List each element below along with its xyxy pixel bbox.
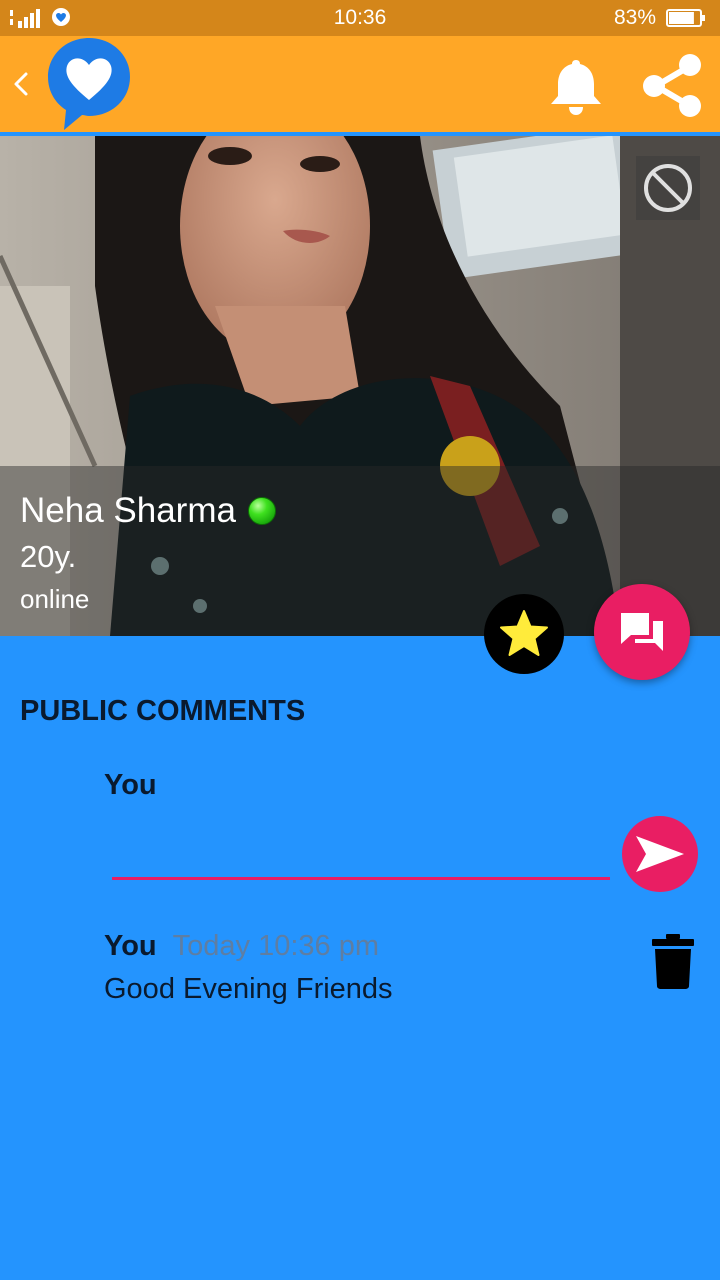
comment-text: Good Evening Friends [104,973,393,1005]
block-icon [644,164,692,212]
star-icon [500,610,548,656]
profile-age: 20y. [20,539,77,574]
profile-status: online [20,584,90,614]
status-time: 10:36 [333,6,387,29]
send-icon [636,836,684,872]
comment-item: You Today 10:36 pm Good Evening Friends [104,930,624,1006]
public-comments-heading: PUBLIC COMMENTS [20,695,306,727]
chat-button[interactable] [594,584,690,680]
favorite-button[interactable] [484,594,564,674]
online-status-icon [247,497,276,525]
profile-photo[interactable]: Neha Sharma 20y. online [0,136,720,636]
block-user-button[interactable] [636,156,700,220]
app-logo-heart-chat-icon[interactable] [44,36,134,132]
profile-name: Neha Sharma [20,491,236,530]
battery-icon [666,9,705,27]
comment-author: You [104,930,157,962]
comment-time: Today 10:36 pm [172,930,379,962]
battery-percent: 83% [613,6,656,29]
status-bar: 10:36 83% [0,0,720,36]
share-icon[interactable] [636,52,708,118]
app-bar [0,36,720,132]
delete-comment-icon[interactable] [650,932,696,990]
chat-icon [621,613,663,651]
profile-name-row: Neha Sharma [20,491,276,531]
comment-header: You Today 10:36 pm [104,930,624,963]
comment-input[interactable] [112,830,610,880]
back-icon[interactable] [10,66,32,102]
status-right: 83% [614,6,706,30]
send-comment-button[interactable] [622,816,698,892]
bell-icon[interactable] [546,54,606,116]
composer-author: You [104,769,157,801]
